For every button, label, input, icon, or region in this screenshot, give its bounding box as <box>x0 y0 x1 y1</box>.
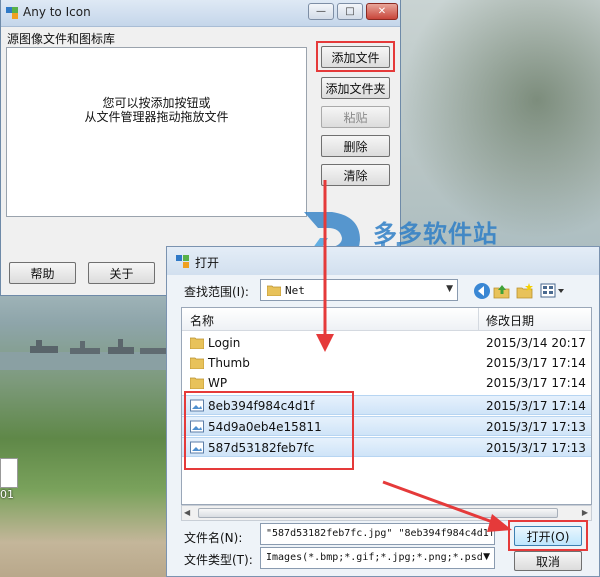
list-item[interactable]: Login 2015/3/14 20:17 <box>182 333 591 353</box>
scrollbar-thumb[interactable] <box>198 508 558 518</box>
new-folder-icon[interactable] <box>516 282 534 300</box>
highlight-box-open <box>508 520 588 551</box>
scroll-right-icon[interactable]: ▶ <box>582 508 588 517</box>
look-in-dropdown[interactable]: Net ▼ <box>260 279 458 301</box>
chevron-down-icon: ▼ <box>483 552 490 562</box>
library-label: 源图像文件和图标库 <box>7 32 116 46</box>
close-button[interactable]: ✕ <box>366 3 398 20</box>
ships-on-horizon <box>0 339 170 370</box>
view-menu-icon[interactable] <box>540 282 566 300</box>
folder-icon <box>267 285 281 296</box>
dialog-app-icon <box>176 255 189 268</box>
help-button[interactable]: 帮助 <box>9 262 76 284</box>
column-separator <box>478 308 479 330</box>
desktop-file-icon[interactable] <box>0 458 18 488</box>
file-type-dropdown[interactable]: Images(*.bmp;*.gif;*.jpg;*.png;*.psd ▼ <box>260 547 495 569</box>
window-title: Any to Icon <box>23 5 91 19</box>
file-name: WP <box>208 376 228 390</box>
file-type-value: Images(*.bmp;*.gif;*.jpg;*.png;*.psd <box>266 552 483 563</box>
file-name-input[interactable]: "587d53182feb7fc.jpg" "8eb394f984c4d1f. <box>260 523 495 545</box>
list-header: 名称 修改日期 <box>182 308 591 331</box>
folder-icon <box>190 337 204 349</box>
about-button[interactable]: 关于 <box>88 262 155 284</box>
column-header-date[interactable]: 修改日期 <box>486 312 534 329</box>
desktop-icon-label: 01 <box>0 488 14 501</box>
drop-hint-line2: 从文件管理器拖动拖放文件 <box>84 110 229 124</box>
file-date: 2015/3/17 17:14 <box>486 376 586 390</box>
file-name-value: "587d53182feb7fc.jpg" "8eb394f984c4d1f. <box>266 528 495 539</box>
minimize-button[interactable]: — <box>308 3 334 20</box>
folder-icon <box>190 357 204 369</box>
highlight-box-add-file <box>316 41 395 72</box>
list-item[interactable]: WP 2015/3/17 17:14 <box>182 373 591 393</box>
list-item[interactable]: Thumb 2015/3/17 17:14 <box>182 353 591 373</box>
file-date: 2015/3/17 17:13 <box>486 441 586 455</box>
file-name: Login <box>208 336 241 350</box>
up-folder-icon[interactable] <box>493 282 511 300</box>
look-in-value: Net <box>285 284 305 297</box>
title-bar[interactable]: Any to Icon — □ ✕ <box>1 0 400 27</box>
file-date: 2015/3/17 17:13 <box>486 420 586 434</box>
horizontal-scrollbar[interactable]: ◀ ▶ <box>181 505 592 521</box>
look-in-label: 查找范围(I): <box>184 285 249 299</box>
file-date: 2015/3/17 17:14 <box>486 356 586 370</box>
chevron-down-icon: ▼ <box>446 284 453 294</box>
file-drop-area[interactable]: 您可以按添加按钮或 从文件管理器拖动拖放文件 <box>6 47 307 217</box>
paste-button[interactable]: 粘贴 <box>321 106 390 128</box>
app-icon <box>6 7 18 19</box>
back-arrow-icon[interactable] <box>473 282 491 300</box>
column-header-name[interactable]: 名称 <box>190 312 214 329</box>
file-type-label: 文件类型(T): <box>184 553 253 567</box>
maximize-button[interactable]: □ <box>337 3 363 20</box>
scroll-left-icon[interactable]: ◀ <box>184 508 190 517</box>
clear-button[interactable]: 清除 <box>321 164 390 186</box>
delete-button[interactable]: 删除 <box>321 135 390 157</box>
file-date: 2015/3/17 17:14 <box>486 399 586 413</box>
dialog-title: 打开 <box>195 256 220 270</box>
add-folder-button[interactable]: 添加文件夹 <box>321 77 390 99</box>
file-name: Thumb <box>208 356 250 370</box>
file-name-label: 文件名(N): <box>184 531 243 545</box>
folder-icon <box>190 377 204 389</box>
tree-foliage <box>390 0 600 250</box>
cancel-button[interactable]: 取消 <box>514 551 582 571</box>
highlight-box-selected-files <box>184 391 354 470</box>
file-date: 2015/3/14 20:17 <box>486 336 586 350</box>
dialog-title-bar[interactable]: 打开 <box>167 247 599 275</box>
